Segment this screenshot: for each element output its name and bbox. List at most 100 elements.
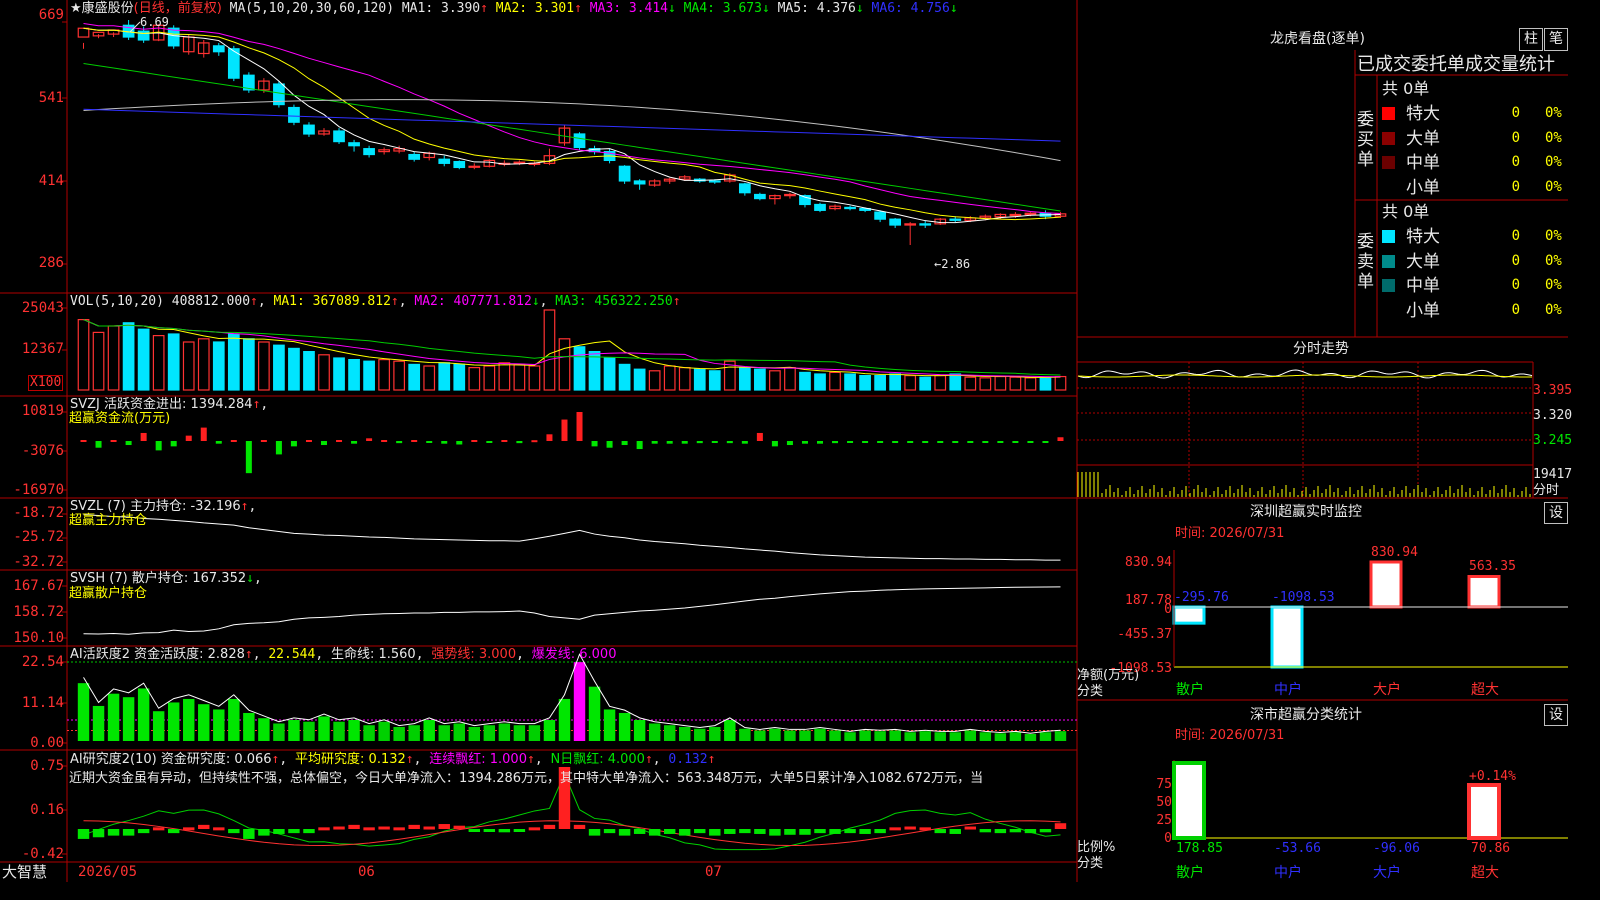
monitor-tick: 0: [1164, 602, 1172, 617]
vol-header: VOL(5,10,20) 408812.000↑, MA1: 367089.81…: [70, 294, 681, 309]
volume-bar: [738, 367, 751, 391]
research-bar: [814, 829, 826, 834]
monitor-category: 中户: [1274, 682, 1302, 698]
activity-bar: [378, 721, 390, 741]
monitor-title: 深圳超赢实时监控: [1250, 504, 1362, 520]
sell-row-name: 小单: [1406, 300, 1440, 321]
fund-flow-bar: [952, 441, 959, 443]
research-bar: [994, 829, 1007, 834]
up-icon: ↑: [526, 752, 535, 767]
activity-bar: [859, 730, 871, 741]
fund-flow-bar: [351, 441, 358, 444]
stats-category: 超大: [1471, 865, 1499, 881]
sell-row-count: 0: [1511, 277, 1520, 293]
candle: [363, 148, 375, 156]
stock-name[interactable]: 康盛股份: [82, 1, 134, 16]
monitor-bar-label: 830.94: [1371, 545, 1418, 560]
activity-bar: [543, 719, 556, 741]
ai2-header: AI活跃度2 资金活跃度: 2.828↑, 22.544, 生命线: 1.560…: [70, 647, 617, 662]
ai-res-tick: -0.42: [21, 846, 64, 862]
fund-flow-bar: [907, 441, 914, 443]
intraday-tick: 3.245: [1533, 433, 1573, 448]
svzl-tick: -32.72: [13, 554, 64, 570]
fund-flow-bar: [862, 441, 869, 443]
chart-canvas[interactable]: [0, 0, 1568, 882]
fund-flow-bar: [561, 419, 568, 441]
volume-bar: [348, 359, 360, 391]
research-bar: [333, 826, 345, 830]
activity-bar: [183, 698, 195, 741]
research-bar: [979, 829, 992, 833]
sell-swatch: [1382, 303, 1395, 317]
ai2-tick: 11.14: [21, 695, 64, 711]
activity-bar: [618, 712, 631, 741]
svzj-tick: -3076: [21, 443, 64, 459]
ai2-strong: 强势线: 3.000: [431, 647, 517, 662]
research-bar: [438, 824, 450, 829]
fund-flow-bar: [967, 441, 974, 443]
ma2-value: MA2: 3.301: [495, 1, 575, 16]
stats-settings-button[interactable]: 设: [1544, 704, 1568, 726]
research-bar: [859, 829, 871, 834]
monitor-settings-button[interactable]: 设: [1544, 502, 1568, 524]
fund-flow-bar: [621, 441, 628, 446]
vol-tick: 25043: [21, 300, 64, 316]
activity-bar: [528, 725, 541, 741]
volume-bar: [964, 376, 977, 391]
research-bar: [258, 829, 270, 836]
research-bar: [964, 826, 977, 830]
column-view-button[interactable]: 柱: [1519, 28, 1543, 51]
activity-bar: [739, 728, 751, 741]
research-bar: [167, 829, 180, 834]
activity-bar: [603, 709, 616, 741]
activity-bar: [934, 732, 946, 741]
candle: [754, 193, 766, 200]
research-bar: [107, 829, 120, 836]
volume-bar: [438, 362, 451, 391]
candle: [333, 130, 345, 143]
ai2-burst: 爆发线: 6.000: [531, 647, 617, 662]
up-icon: ↑: [672, 294, 681, 309]
monitor-tick: 830.94: [1125, 555, 1172, 570]
activity-bar: [874, 731, 886, 741]
svzl-header: SVZL (7) 主力持仓: -32.196↑,: [70, 499, 257, 514]
research-bar: [694, 829, 706, 834]
volume-bar: [528, 365, 541, 391]
sell-row-count: 0: [1511, 228, 1520, 244]
research-bar: [784, 829, 796, 835]
intraday-tick: 3.320: [1533, 408, 1573, 423]
buy-row-count: 0: [1511, 178, 1520, 195]
monitor-bar: [1270, 605, 1304, 669]
activity-bar: [1054, 731, 1067, 741]
research-bar: [934, 829, 946, 834]
monitor-bar: [1467, 574, 1501, 609]
sell-swatch: [1382, 230, 1395, 243]
retail-position-line: [83, 586, 1061, 635]
svsh-title: SVSH (7) 散户持仓: 167.352: [70, 571, 247, 586]
volume-bar: [453, 363, 466, 391]
candle: [949, 218, 962, 221]
research-bar: [829, 829, 841, 834]
buy-total: 共 0单: [1382, 79, 1430, 98]
activity-bar: [1039, 732, 1052, 741]
vol-unit-button[interactable]: X100: [28, 375, 64, 391]
volume-bar: [859, 375, 871, 391]
fund-flow-bar: [982, 441, 989, 443]
research-bar: [92, 829, 105, 838]
volume-bar: [1039, 376, 1052, 391]
stats-xlabel: 分类: [1077, 856, 1104, 871]
candle: [633, 180, 646, 185]
stroke-view-button[interactable]: 笔: [1544, 28, 1568, 51]
fund-flow-bar: [711, 441, 718, 443]
sell-row-pct: 0%: [1545, 228, 1562, 244]
svsh-tick: 150.10: [13, 630, 64, 646]
volume-bar: [92, 331, 105, 391]
ma4-down-icon: ↓: [761, 1, 770, 16]
candle: [468, 165, 481, 168]
research-bar: [874, 829, 886, 834]
activity-bar: [243, 712, 255, 741]
research-bar: [183, 827, 195, 831]
volume-bar: [558, 338, 571, 391]
volume-bar: [212, 341, 225, 391]
fund-flow-bar: [997, 441, 1004, 443]
